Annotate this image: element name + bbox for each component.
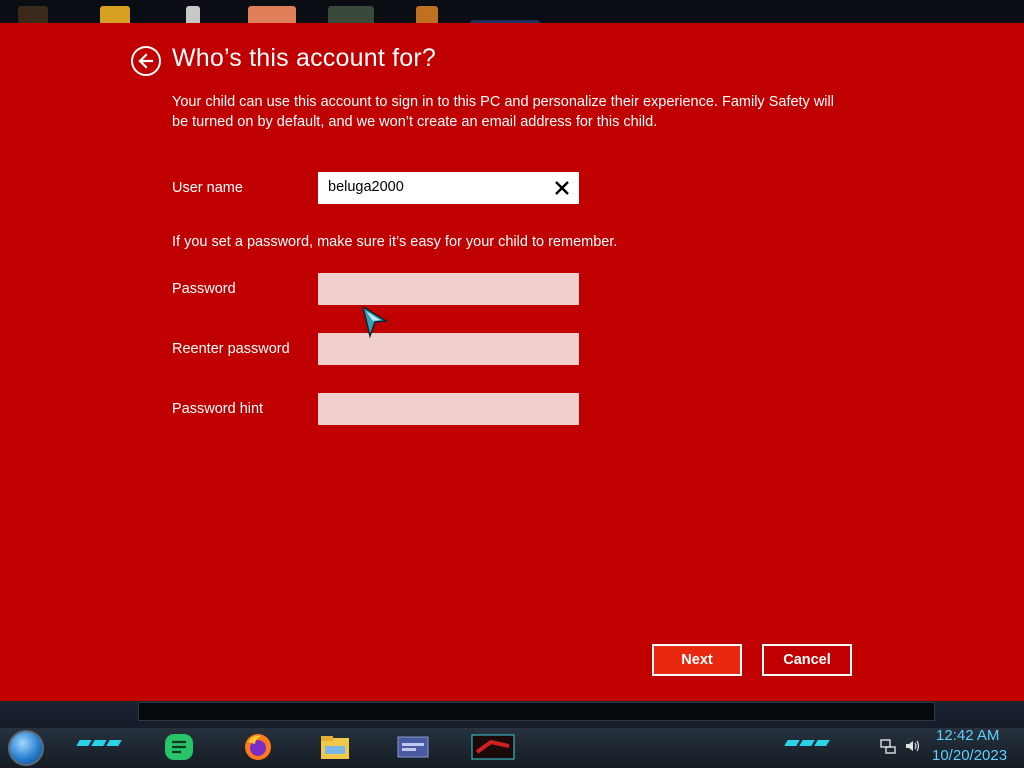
back-arrow-icon: [138, 53, 154, 69]
next-button[interactable]: Next: [652, 644, 742, 676]
notes-app-icon[interactable]: [162, 732, 196, 762]
clock-time[interactable]: 12:42 AM: [936, 727, 999, 744]
taskbar-decoration: [784, 740, 830, 746]
password-label: Password: [172, 281, 236, 297]
desktop-icon[interactable]: [416, 6, 438, 23]
taskbar-preview-strip: [138, 702, 935, 721]
window-thumbnail-icon[interactable]: [396, 732, 430, 762]
desktop-icon[interactable]: [100, 6, 130, 23]
taskbar-decoration: [76, 740, 122, 746]
firefox-icon[interactable]: [241, 732, 275, 762]
desktop-icon[interactable]: [186, 6, 200, 23]
clear-icon[interactable]: [553, 179, 571, 197]
reenter-password-input[interactable]: [318, 333, 579, 365]
password-hint-input[interactable]: [318, 393, 579, 425]
volume-icon[interactable]: [904, 738, 920, 754]
cancel-button[interactable]: Cancel: [762, 644, 852, 676]
back-button[interactable]: [131, 46, 161, 76]
mouse-cursor-icon: [362, 306, 388, 339]
username-input[interactable]: beluga2000: [318, 172, 579, 204]
desktop-icon[interactable]: [248, 6, 296, 23]
username-label: User name: [172, 180, 243, 196]
password-note: If you set a password, make sure it’s ea…: [172, 234, 618, 250]
active-window-icon[interactable]: [470, 732, 516, 762]
desktop-background-strip: [0, 0, 1024, 23]
password-input[interactable]: [318, 273, 579, 305]
username-value: beluga2000: [328, 179, 404, 195]
desktop-icon[interactable]: [328, 6, 374, 23]
desktop-icon[interactable]: [18, 6, 48, 23]
password-hint-label: Password hint: [172, 401, 264, 417]
create-child-account-dialog: Who’s this account for? Your child can u…: [0, 23, 1024, 701]
page-title: Who’s this account for?: [172, 44, 436, 72]
clock-date[interactable]: 10/20/2023: [932, 747, 1007, 764]
reenter-password-label: Reenter password: [172, 341, 290, 357]
file-explorer-icon[interactable]: [318, 732, 352, 762]
network-icon[interactable]: [880, 738, 896, 754]
description-text: Your child can use this account to sign …: [172, 94, 834, 130]
start-button[interactable]: [8, 730, 44, 766]
